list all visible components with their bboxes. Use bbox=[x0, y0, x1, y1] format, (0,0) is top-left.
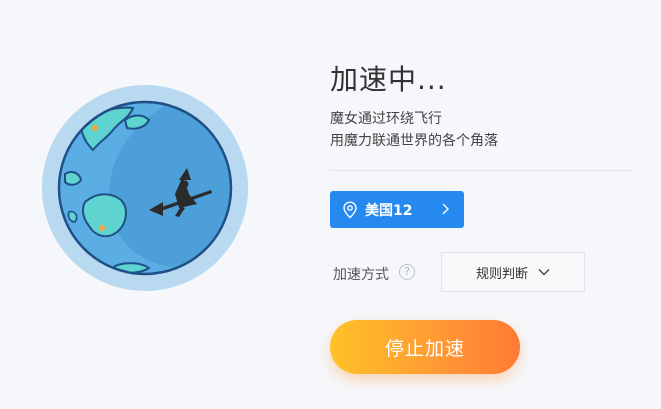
slogan: 魔女通过环绕飞行 用魔力联通世界的各个角落 bbox=[330, 108, 498, 152]
accelerator-page: 加速中... 魔女通过环绕飞行 用魔力联通世界的各个角落 美国12 加速方式 ?… bbox=[0, 0, 661, 409]
slogan-line-1: 魔女通过环绕飞行 bbox=[330, 111, 442, 127]
divider bbox=[330, 170, 632, 171]
mode-select[interactable]: 规则判断 bbox=[441, 252, 585, 292]
status-title: 加速中... bbox=[330, 63, 447, 96]
stop-acceleration-button[interactable]: 停止加速 bbox=[330, 320, 520, 374]
globe-illustration bbox=[41, 84, 249, 292]
node-select-button[interactable]: 美国12 bbox=[330, 191, 464, 228]
node-name: 美国12 bbox=[365, 202, 413, 219]
chevron-down-icon bbox=[538, 269, 550, 276]
chevron-right-icon bbox=[442, 203, 449, 215]
mode-label: 加速方式 bbox=[333, 267, 389, 283]
location-pin-icon bbox=[343, 200, 357, 218]
slogan-line-2: 用魔力联通世界的各个角落 bbox=[330, 133, 498, 149]
mode-selected-value: 规则判断 bbox=[475, 266, 528, 282]
question-icon[interactable]: ? bbox=[399, 264, 415, 280]
